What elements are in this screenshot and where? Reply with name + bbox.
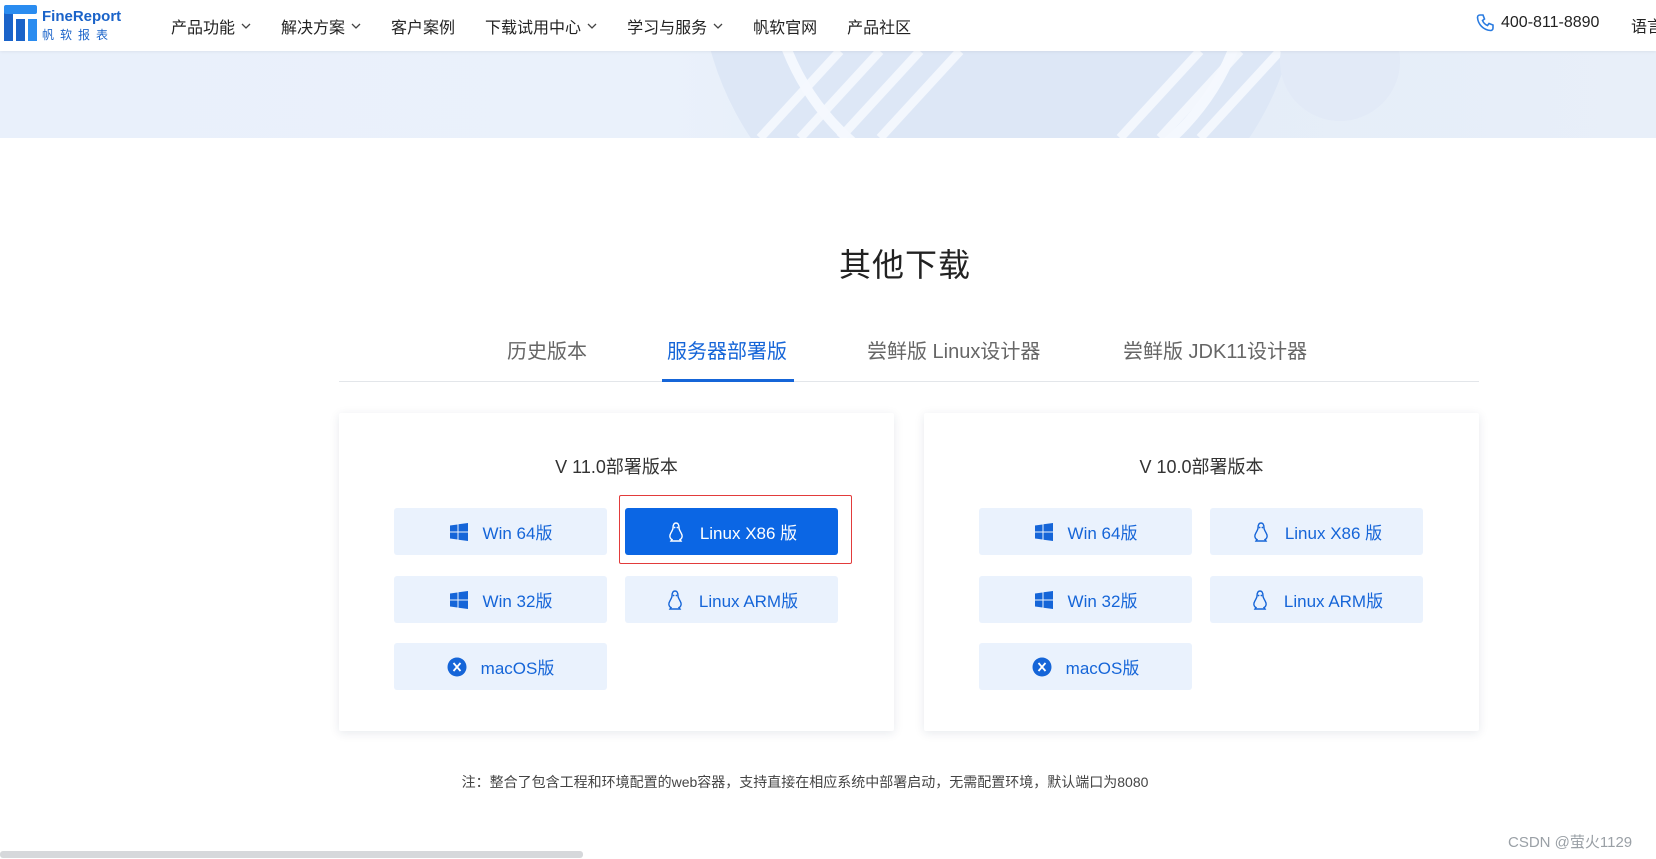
download-button-label: macOS版 [480,659,555,678]
nav-product-features[interactable]: 产品功能 [171,14,251,38]
section-title: 其他下载 [838,247,971,283]
windows-icon [449,522,469,542]
finereport-logo-icon [4,5,37,41]
finereport-logo[interactable]: FineReport 帆软报表 [4,5,124,42]
tab-preview-jdk11-designer[interactable]: 尝鲜版 JDK11设计器 [1123,335,1307,364]
windows-icon [449,590,469,610]
active-tab-underline [662,379,794,382]
download-linux-arm-button[interactable]: Linux ARM版 [1210,576,1423,623]
chevron-down-icon [713,23,723,29]
top-navigation-bar: FineReport 帆软报表 产品功能 解决方案 客户案例 下载试用中心 学习与服务帆… [0,0,1656,51]
windows-icon [1034,522,1054,542]
linux-icon [665,589,685,610]
chevron-down-icon [241,23,251,29]
download-button-label: Win 64版 [482,524,553,543]
download-win32-button[interactable]: Win 32版 [979,576,1192,623]
chevron-down-icon [587,23,597,29]
download-tabs: 历史版本 服务器部署版 尝鲜版 Linux设计器 尝鲜版 JDK11设计器 [339,325,1479,382]
download-button-label: Linux X86 版 [699,524,798,543]
nav-product-community[interactable]: 产品社区 [847,14,911,38]
tab-history-versions[interactable]: 历史版本 [507,335,587,364]
logo-name: FineReport [42,8,122,25]
nav-fanruan-official[interactable]: 帆软官网 [753,14,817,38]
nav-item-label: 产品功能 [171,19,236,37]
download-button-label: Win 32版 [482,592,553,611]
linux-icon [1251,521,1271,542]
download-macos-button[interactable]: macOS版 [394,643,607,690]
download-button-label: Linux ARM版 [1283,592,1384,611]
main-nav: 产品功能 解决方案 客户案例 下载试用中心 学习与服务 帆软官网 产品社区 [171,0,941,51]
nav-solutions[interactable]: 解决方案 [281,14,361,38]
horizontal-scrollbar[interactable] [0,851,583,858]
download-button-label: Win 32版 [1067,592,1138,611]
download-button-label: Linux X86 版 [1284,524,1383,543]
language-switch[interactable]: 语言 [1631,13,1656,37]
phone-number: 400-811-8890 [1501,14,1600,31]
nav-download-center[interactable]: 下载试用中心 [485,14,597,38]
macos-icon [447,657,467,677]
nav-item-label: 帆软官网 [753,19,818,37]
card-v11-deploy: V 11.0部署版本 Win 64版 Linux X86 版 Win 32版 L… [339,413,894,731]
csdn-watermark: CSDN @萤火1129 [1508,834,1633,851]
nav-item-label: 学习与服务 [627,19,708,37]
download-win64-button[interactable]: Win 64版 [979,508,1192,555]
tab-preview-linux-designer[interactable]: 尝鲜版 Linux设计器 [867,335,1040,364]
download-macos-button[interactable]: macOS版 [979,643,1192,690]
card-v10-deploy: V 10.0部署版本 Win 64版 Linux X86 版 Win 32版 L… [924,413,1479,731]
download-linux-x86-button[interactable]: Linux X86 版 [1210,508,1423,555]
nav-item-label: 下载试用中心 [485,19,582,37]
download-win64-button[interactable]: Win 64版 [394,508,607,555]
linux-icon [1250,589,1270,610]
download-button-label: macOS版 [1065,659,1140,678]
nav-item-label: 客户案例 [391,19,456,37]
nav-learning-services[interactable]: 学习与服务 [627,14,723,38]
logo-subtitle: 帆软报表 [42,28,115,42]
deploy-note: 注：整合了包含工程和环境配置的web容器，支持直接在相应系统中部署启动，无需配置… [461,774,1149,790]
nav-item-label: 解决方案 [281,19,346,37]
linux-icon [666,521,686,542]
windows-icon [1034,590,1054,610]
phone-icon [1476,14,1494,32]
macos-icon [1032,657,1052,677]
download-linux-x86-button[interactable]: Linux X86 版 [625,508,838,555]
tab-server-deploy[interactable]: 服务器部署版 [667,335,787,364]
download-button-label: Win 64版 [1067,524,1138,543]
card-title: V 11.0部署版本 [555,457,678,477]
phone-contact[interactable]: 400-811-8890 [1475,13,1599,33]
chevron-down-icon [351,23,361,29]
card-title: V 10.0部署版本 [1139,457,1264,477]
download-win32-button[interactable]: Win 32版 [394,576,607,623]
hero-banner [0,51,1656,138]
download-button-label: Linux ARM版 [698,592,799,611]
nav-customer-cases[interactable]: 客户案例 [391,14,455,38]
download-linux-arm-button[interactable]: Linux ARM版 [625,576,838,623]
banner-decoration [710,51,1400,138]
nav-item-label: 产品社区 [847,19,912,37]
